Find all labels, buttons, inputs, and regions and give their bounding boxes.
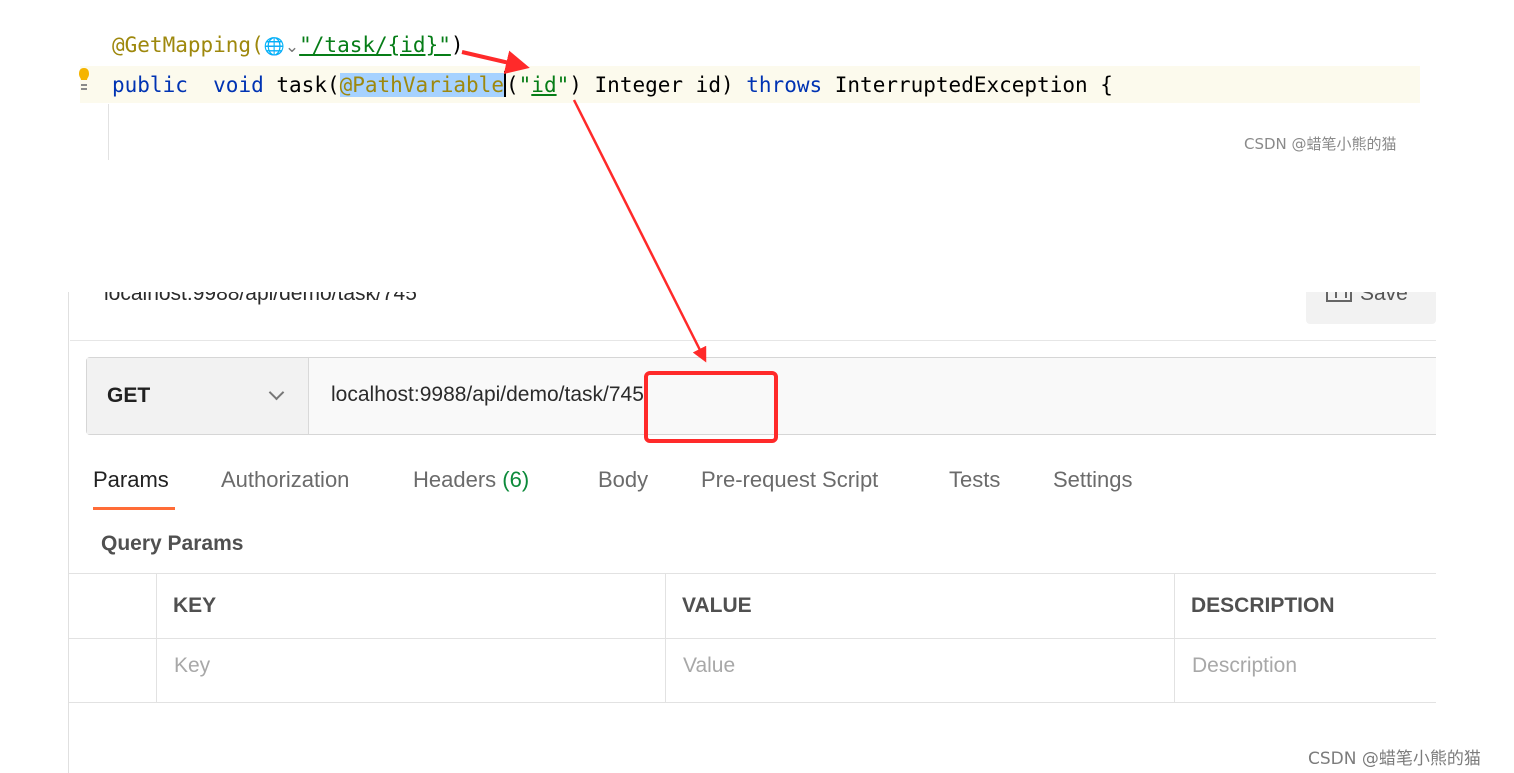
column-header-key: KEY bbox=[173, 594, 217, 617]
request-bar: GET localhost:9988/api/demo/task/745 bbox=[86, 357, 1436, 435]
column-header-description: DESCRIPTION bbox=[1191, 594, 1335, 617]
tab-body[interactable]: Body bbox=[598, 467, 648, 493]
query-params-table: KEY VALUE DESCRIPTION Key Value Descript… bbox=[69, 573, 1436, 703]
path-variable-name: id bbox=[531, 73, 557, 97]
request-name[interactable]: localhost:9988/api/demo/task/745 bbox=[104, 292, 417, 306]
column-divider bbox=[665, 574, 666, 702]
save-icon bbox=[1326, 292, 1352, 302]
method-select[interactable]: GET bbox=[87, 358, 309, 434]
row-divider bbox=[69, 638, 1436, 639]
save-button[interactable]: Save bbox=[1306, 292, 1436, 324]
active-tab-indicator bbox=[93, 507, 175, 510]
indent-guide bbox=[108, 104, 109, 160]
watermark-bottom: CSDN @蜡笔小熊的猫 bbox=[1308, 749, 1481, 769]
method-signature-line: public void task(@PathVariable("id") Int… bbox=[112, 71, 1113, 97]
column-divider bbox=[1174, 574, 1175, 702]
tab-settings[interactable]: Settings bbox=[1053, 467, 1133, 493]
key-input[interactable]: Key bbox=[174, 654, 210, 678]
tab-params[interactable]: Params bbox=[93, 467, 169, 493]
annotation-line: @GetMapping(🌐⌄"/task/{id}") bbox=[112, 33, 464, 57]
code-editor: @GetMapping(🌐⌄"/task/{id}") public void … bbox=[0, 0, 1514, 160]
tab-headers[interactable]: Headers (6) bbox=[413, 467, 529, 493]
path-variable-annotation: @PathVariable bbox=[339, 73, 504, 97]
chevron-down-icon[interactable]: ⌄ bbox=[285, 37, 299, 57]
description-input[interactable]: Description bbox=[1192, 654, 1297, 678]
lightbulb-icon[interactable] bbox=[78, 66, 90, 92]
tab-authorization[interactable]: Authorization bbox=[221, 467, 349, 493]
method-label: GET bbox=[107, 384, 151, 407]
postman-request-panel: localhost:9988/api/demo/task/745 Save GE… bbox=[64, 292, 1436, 773]
tab-tests[interactable]: Tests bbox=[949, 467, 1000, 493]
value-input[interactable]: Value bbox=[683, 654, 735, 678]
chevron-down-icon bbox=[268, 384, 285, 401]
watermark-top: CSDN @蜡笔小熊的猫 bbox=[1244, 135, 1397, 153]
query-params-title: Query Params bbox=[101, 532, 244, 555]
url-input[interactable]: localhost:9988/api/demo/task/745 bbox=[331, 383, 644, 407]
headers-count: (6) bbox=[502, 467, 530, 492]
tab-pre-request-script[interactable]: Pre-request Script bbox=[701, 467, 878, 493]
column-divider bbox=[156, 574, 157, 702]
mapping-url[interactable]: "/task/{id}" bbox=[299, 33, 451, 57]
divider bbox=[70, 340, 1436, 341]
column-header-value: VALUE bbox=[682, 594, 752, 617]
globe-icon[interactable]: 🌐 bbox=[264, 37, 285, 57]
